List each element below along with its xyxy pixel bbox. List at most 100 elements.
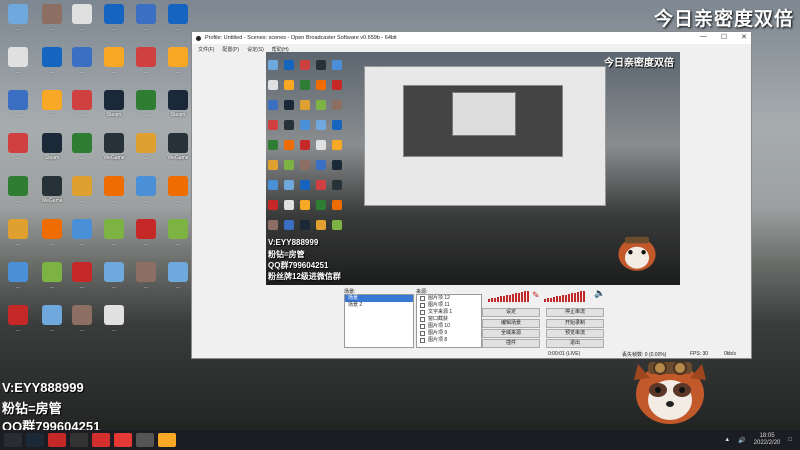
meter-bar [583,290,585,302]
source-item[interactable]: 图片项 10 [417,323,481,330]
app-icon [104,4,124,24]
desktop-icon[interactable]: ... [0,131,36,173]
taskbar-app[interactable] [70,433,88,447]
desktop-icon[interactable]: ... [64,45,100,87]
desktop-icon[interactable]: ... [0,2,36,44]
desktop-icon[interactable]: ... [128,131,164,173]
source-item[interactable]: 图片项 11 [417,302,481,309]
source-item[interactable]: 图片项 8 [417,337,481,344]
desktop-icon-label: WeGame [103,155,125,161]
preview-desktop-icon [316,140,326,150]
desktop-icon[interactable]: ... [128,88,164,130]
desktop-icon[interactable]: ... [128,260,164,302]
desktop-icon[interactable]: ... [0,260,36,302]
desktop-icon[interactable]: ... [128,217,164,259]
speaker-icon[interactable]: 🔈 [594,288,605,299]
preview-desktop-icon [316,60,326,70]
desktop-icon[interactable]: ... [0,174,36,216]
menu-settings[interactable]: 设定(S) [247,46,264,53]
desktop-icon[interactable]: ... [96,260,132,302]
checkbox[interactable] [420,317,425,322]
app-icon [8,176,28,196]
desktop-icon[interactable]: Steam [96,88,132,130]
desktop-icon[interactable]: ... [0,88,36,130]
checkbox[interactable] [420,310,425,315]
taskbar-app[interactable] [92,433,110,447]
desktop-icon[interactable]: ... [96,2,132,44]
source-item[interactable]: 图片项 12 [417,295,481,302]
desktop-icon[interactable]: ... [128,45,164,87]
scene-item[interactable]: 场景 [345,295,413,302]
checkbox[interactable] [420,296,425,301]
app-icon [8,262,28,282]
minimize-icon[interactable]: — [700,33,707,41]
desktop-icon[interactable]: ... [64,217,100,259]
app-icon [8,47,28,67]
desktop-icon[interactable]: ... [64,303,100,345]
meter-bar [559,295,561,302]
desktop-icon[interactable]: ... [0,45,36,87]
taskbar-app[interactable] [158,433,176,447]
checkbox[interactable] [420,324,425,329]
preview-stream-button[interactable]: 预览串流 [546,329,604,338]
meter-bar [491,298,493,302]
taskbar-app[interactable] [26,433,44,447]
stop-stream-button[interactable]: 停止串流 [546,308,604,317]
desktop-volume-meter[interactable] [488,290,529,302]
microphone-icon[interactable]: ✎ [532,290,540,301]
taskbar-app[interactable] [48,433,66,447]
desktop-icon[interactable]: ... [96,303,132,345]
desktop-icon[interactable]: ... [0,303,36,345]
preview-fan-badge: 粉丝牌12级进微信群 [268,272,341,281]
preview-desktop-icon [316,160,326,170]
desktop-icon[interactable]: ... [64,260,100,302]
desktop-icon[interactable]: ... [64,2,100,44]
desktop-icon[interactable]: ... [0,217,36,259]
plugins-button[interactable]: 插件 [482,339,540,348]
desktop-icon[interactable]: ... [64,88,100,130]
scenes-list: 场景 场景 2 [344,294,414,348]
start-button[interactable] [4,433,22,447]
desktop-icon[interactable]: ... [64,174,100,216]
desktop-icon[interactable]: ... [96,174,132,216]
checkbox[interactable] [420,338,425,343]
desktop-icon[interactable]: ... [64,131,100,173]
taskbar-app[interactable] [136,433,154,447]
checkbox[interactable] [420,303,425,308]
menu-profile[interactable]: 配置(P) [222,46,239,53]
app-icon [168,47,188,67]
preview-desktop-icon [300,120,310,130]
preview-desktop-icon [300,200,310,210]
desktop-icon[interactable]: WeGame [96,131,132,173]
meter-bar [512,293,514,302]
desktop-icon[interactable]: ... [96,217,132,259]
checkbox[interactable] [420,331,425,336]
app-icon [72,47,92,67]
source-item[interactable]: 图片项 9 [417,330,481,337]
desktop-icon-label: ... [79,155,85,161]
taskbar-app[interactable] [114,433,132,447]
app-icon [104,305,124,325]
notification-icon[interactable]: □ [788,437,792,443]
desktop-icon-label: ... [79,327,85,333]
exit-button[interactable]: 退出 [546,339,604,348]
desktop-icon[interactable]: ... [128,2,164,44]
start-record-button[interactable]: 开始录制 [546,319,604,328]
settings-button[interactable]: 设定 [482,308,540,317]
close-icon[interactable]: ✕ [741,33,747,41]
maximize-icon[interactable]: ☐ [721,33,727,41]
mic-volume-meter[interactable] [544,290,585,302]
desktop-icon[interactable]: ... [96,45,132,87]
network-icon[interactable]: ▲ [724,437,730,443]
edit-scene-button[interactable]: 编辑场景 [482,319,540,328]
system-tray: ▲ 🔊 18:05 2022/2/20 □ [724,433,792,447]
scene-item[interactable]: 场景 2 [345,302,413,309]
source-item[interactable]: 文字来源 1 [417,309,481,316]
volume-icon[interactable]: 🔊 [738,437,745,444]
clock[interactable]: 18:05 2022/2/20 [754,433,781,447]
meter-bar [562,295,564,302]
source-item[interactable]: 窗口截获 [417,316,481,323]
menu-file[interactable]: 文件(F) [198,46,214,53]
desktop-icon[interactable]: ... [128,174,164,216]
global-sources-button[interactable]: 全域来源 [482,329,540,338]
